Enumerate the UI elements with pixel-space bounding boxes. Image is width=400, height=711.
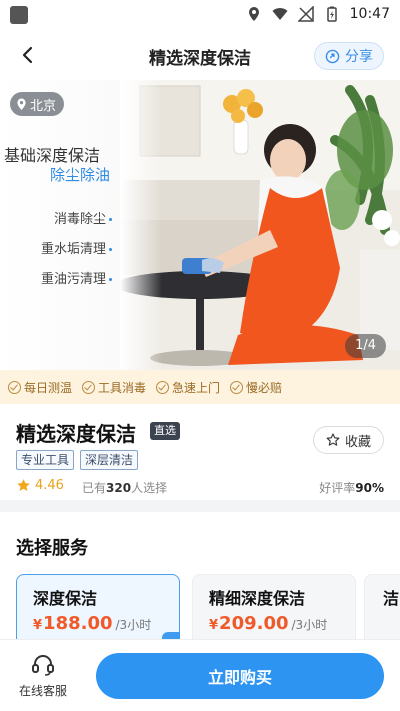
product-tags: 专业工具 深层清洁 [16, 450, 139, 470]
good-rate: 好评率90% [319, 481, 384, 495]
battery-icon [327, 6, 337, 22]
no-signal-icon [298, 6, 314, 22]
bottom-bar: 在线客服 立即购买 [0, 639, 400, 711]
service-name-partial: 洁 [383, 589, 400, 608]
favorite-label: 收藏 [344, 434, 371, 450]
cleaner-photo [120, 80, 400, 370]
guarantee-item: 工具消毒 [82, 379, 146, 396]
star-icon [17, 479, 30, 491]
wifi-icon [272, 8, 288, 20]
hero-text-panel: 北京 基础深度保洁 除尘除油 消毒除尘 重水垢清理 重油污清理 [0, 80, 120, 370]
city-badge[interactable]: 北京 [10, 92, 65, 116]
check-circle-icon [156, 380, 170, 394]
rating: 4.46 [16, 478, 64, 493]
location-pin-icon [17, 98, 26, 110]
guarantee-strip: 每日测温 工具消毒 急速上门 慢必赔 [0, 370, 400, 404]
selected-check-icon [162, 632, 180, 639]
status-bar: 10:47 [0, 0, 400, 30]
service-section: 选择服务 深度保洁 ¥188.00/3小时 精细深度保洁 ¥209.00/3小时… [0, 512, 400, 639]
customer-service-label: 在线客服 [18, 684, 67, 698]
status-icons [246, 6, 340, 22]
page-indicator: 1/4 [345, 334, 386, 358]
hero-banner[interactable]: 北京 基础深度保洁 除尘除油 消毒除尘 重水垢清理 重油污清理 1/4 [0, 80, 400, 370]
service-price: ¥209.00/3小时 [209, 613, 328, 634]
tag: 专业工具 [16, 450, 75, 470]
guarantee-item: 慢必赔 [230, 379, 282, 396]
hero-heading: 基础深度保洁 [4, 146, 101, 165]
hero-subheading: 除尘除油 [49, 166, 110, 184]
sold-count: 已有320人选择 [82, 481, 168, 495]
hero-feature: 消毒除尘 [54, 208, 112, 227]
check-circle-icon [230, 380, 244, 394]
direct-badge: 直选 [150, 422, 180, 440]
service-name: 精细深度保洁 [209, 589, 306, 608]
share-label: 分享 [345, 49, 373, 65]
check-circle-icon [8, 380, 21, 394]
navbar: 精选深度保洁 分享 [0, 30, 400, 80]
service-option[interactable]: 精细深度保洁 ¥209.00/3小时 [192, 574, 356, 639]
guarantee-item: 急速上门 [156, 379, 220, 396]
customer-service-button[interactable]: 在线客服 [12, 652, 74, 699]
notification-icon [10, 6, 28, 24]
service-price: ¥188.00/3小时 [33, 613, 152, 634]
service-option-selected[interactable]: 深度保洁 ¥188.00/3小时 [16, 574, 180, 639]
share-button[interactable]: 分享 [314, 42, 384, 70]
guarantee-item: 每日测温 [8, 379, 72, 396]
check-circle-icon [82, 380, 96, 394]
rating-value: 4.46 [35, 478, 64, 493]
star-outline-icon [326, 433, 340, 446]
status-time: 10:47 [349, 6, 390, 22]
buy-now-button[interactable]: 立即购买 [96, 653, 384, 699]
city-name: 北京 [30, 98, 57, 114]
section-title: 选择服务 [16, 538, 88, 559]
share-icon [325, 49, 340, 63]
hero-feature: 重水垢清理 [41, 238, 112, 257]
hero-feature: 重油污清理 [41, 268, 112, 287]
tag: 深层清洁 [80, 450, 139, 470]
service-name: 深度保洁 [33, 589, 98, 608]
favorite-button[interactable]: 收藏 [312, 426, 384, 454]
headset-icon [32, 655, 54, 676]
product-info: 精选深度保洁 直选 收藏 专业工具 深层清洁 4.46 已有320人选择 好评率… [0, 404, 400, 500]
product-title: 精选深度保洁 [16, 422, 136, 446]
location-icon [249, 7, 259, 21]
service-option-partial[interactable]: 洁 [364, 574, 400, 639]
